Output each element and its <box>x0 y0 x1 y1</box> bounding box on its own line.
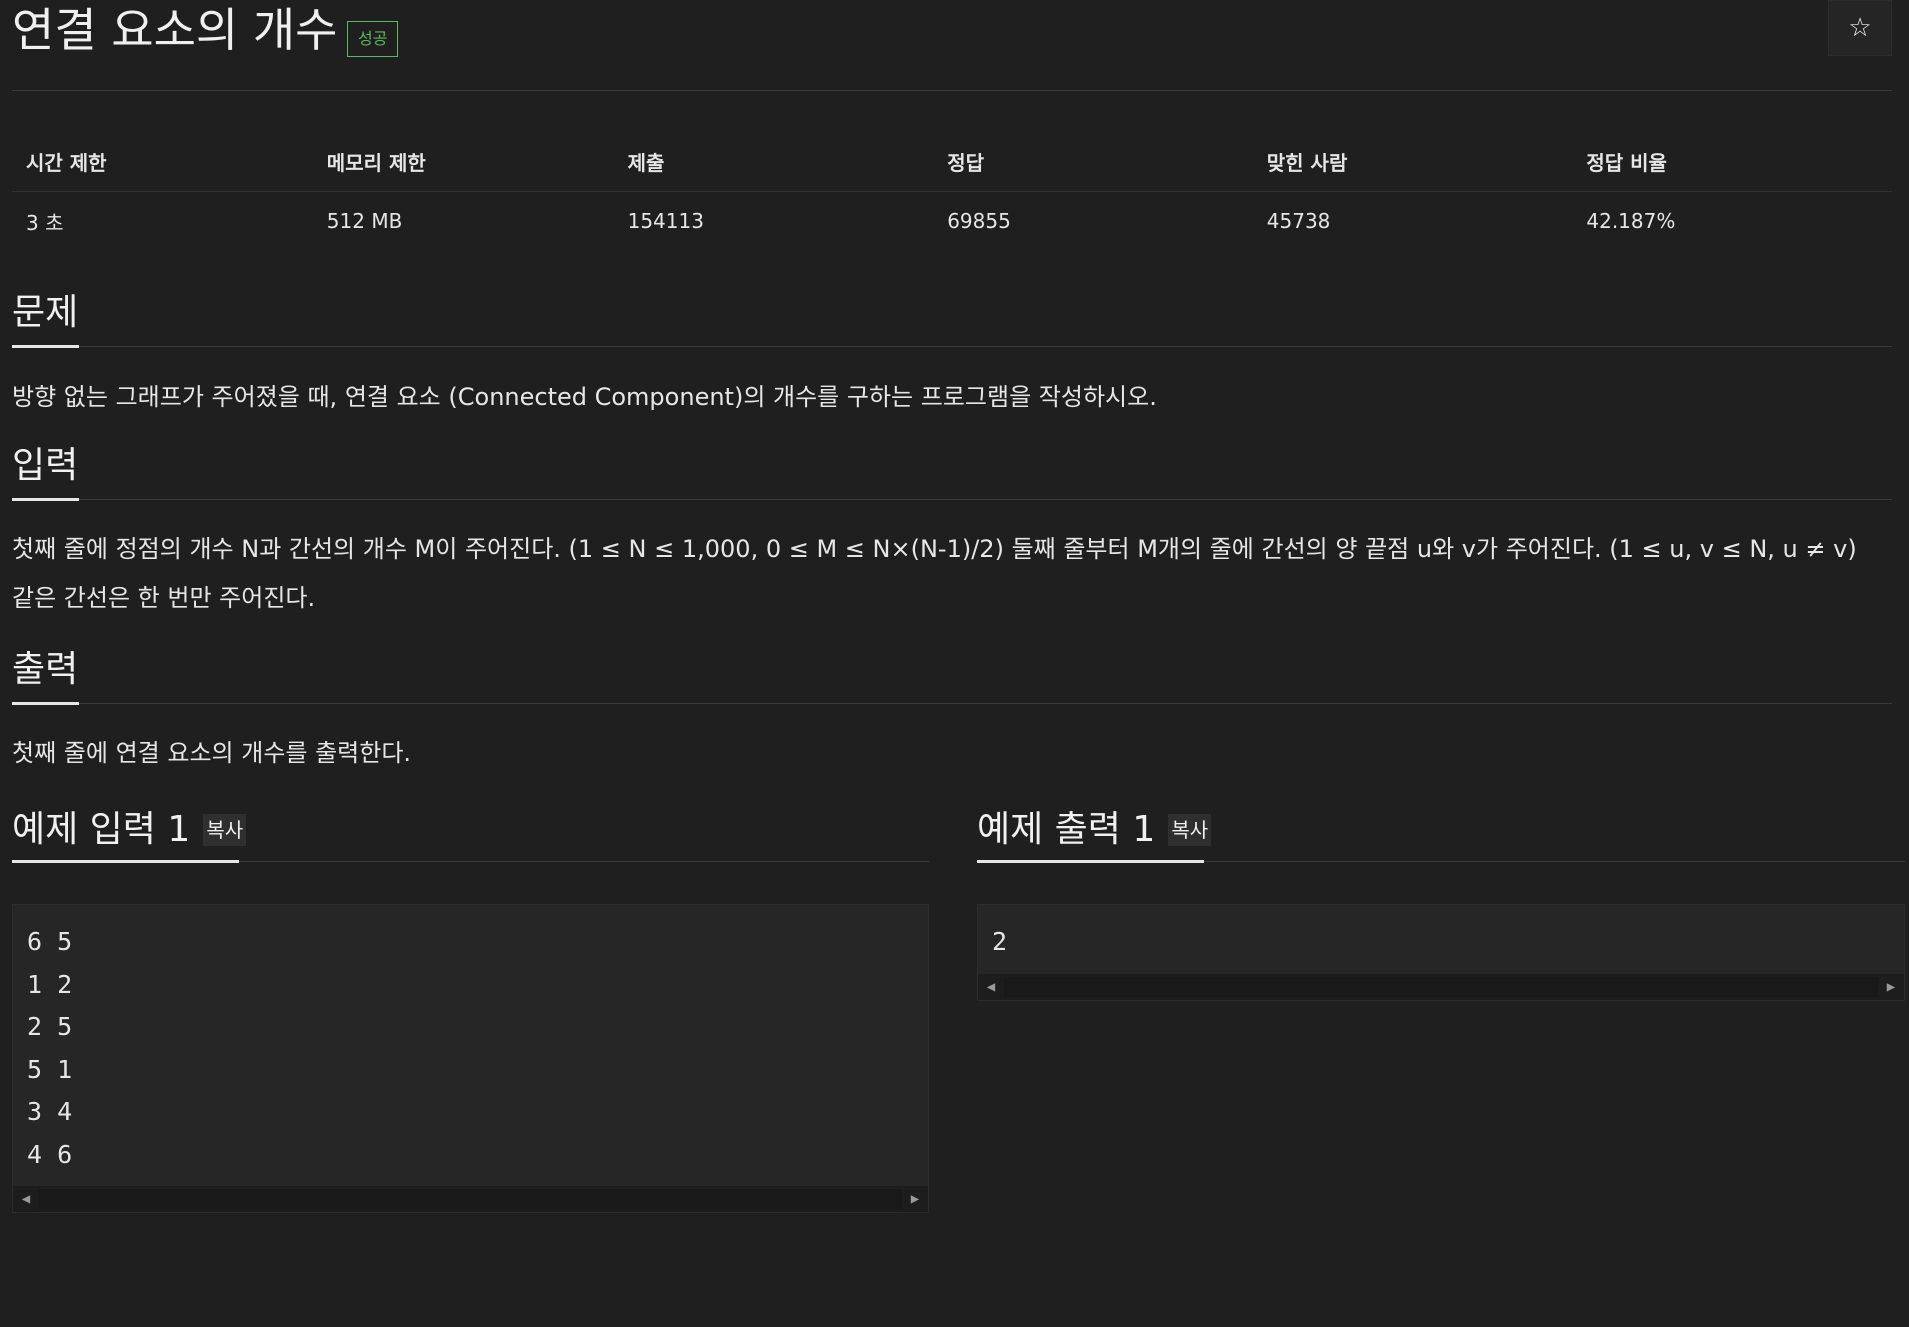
heading-underline <box>12 860 239 863</box>
sample-input-heading: 예제 입력 1 <box>12 809 191 850</box>
input-section: 입력 첫째 줄에 정점의 개수 N과 간선의 개수 M이 주어진다. (1 ≤ … <box>12 440 1892 623</box>
info-value-solvers: 45738 <box>1266 209 1331 234</box>
heading-underline <box>12 702 79 705</box>
scrollbar-track[interactable] <box>1004 976 1878 997</box>
sample-output-code-box[interactable]: 2 ◀ ▶ <box>977 904 1905 1001</box>
copy-sample-output-button[interactable]: 복사 <box>1168 814 1212 846</box>
info-header-ratio: 정답 비율 <box>1572 133 1892 192</box>
sample-output-lines: 2 <box>978 905 1904 974</box>
output-heading: 출력 <box>12 649 79 690</box>
output-description: 첫째 줄에 연결 요소의 개수를 출력한다. <box>12 739 412 767</box>
info-header-submissions: 제출 <box>613 133 934 192</box>
problem-description: 방향 없는 그래프가 주어졌을 때, 연결 요소 (Connected Comp… <box>12 383 1157 411</box>
sample-input-line: 2 5 <box>27 1012 73 1041</box>
sample-input-lines: 6 5 1 2 2 5 5 1 3 4 4 6 <box>13 905 928 1186</box>
heading-underline <box>977 860 1204 863</box>
scroll-left-icon[interactable]: ◀ <box>13 1186 39 1212</box>
scrollbar-track[interactable] <box>39 1189 902 1209</box>
heading-underline <box>12 345 79 348</box>
sample-input-line: 3 4 <box>27 1097 73 1126</box>
problem-section-header: 문제 <box>12 287 1892 348</box>
info-header-time-limit: 시간 제한 <box>12 133 313 192</box>
info-value-ratio: 42.187% <box>1586 209 1676 234</box>
problem-title: 연결 요소의 개수 <box>12 3 338 57</box>
input-heading: 입력 <box>12 445 79 486</box>
sample-input-line: 5 1 <box>27 1054 73 1084</box>
info-value-accepted: 69855 <box>947 209 1011 234</box>
info-header-solvers: 맞힌 사람 <box>1252 133 1573 192</box>
sample-output-line: 2 <box>992 927 1008 956</box>
problem-section: 문제 방향 없는 그래프가 주어졌을 때, 연결 요소 (Connected C… <box>12 287 1892 422</box>
horizontal-scrollbar[interactable]: ◀ ▶ <box>978 973 1904 1000</box>
scroll-right-icon[interactable]: ▶ <box>1878 974 1904 1000</box>
scroll-right-icon[interactable]: ▶ <box>902 1186 928 1212</box>
sample-output-panel: 예제 출력 1 복사 2 ◀ ▶ <box>977 800 1905 1001</box>
info-value-time-limit: 3 초 <box>26 210 64 235</box>
sample-input-panel: 예제 입력 1 복사 6 5 1 2 2 5 5 1 3 4 4 6 ◀ ▶ <box>12 800 929 1213</box>
status-badge: 성공 <box>347 21 399 57</box>
sample-input-line: 1 2 <box>27 969 73 999</box>
sample-input-header: 예제 입력 1 복사 <box>12 800 929 863</box>
input-description-line-1: 첫째 줄에 정점의 개수 N과 간선의 개수 M이 주어진다. (1 ≤ N ≤… <box>12 535 1857 563</box>
star-button[interactable]: ☆ <box>1828 0 1892 56</box>
problem-info-table: 시간 제한 메모리 제한 제출 정답 맞힌 사람 정답 비율 3 초 512 M… <box>12 133 1892 251</box>
scroll-left-icon[interactable]: ◀ <box>978 974 1004 1000</box>
info-header-memory-limit: 메모리 제한 <box>312 133 614 192</box>
horizontal-scrollbar[interactable]: ◀ ▶ <box>13 1186 928 1212</box>
copy-sample-input-button[interactable]: 복사 <box>203 814 247 846</box>
info-value-row: 3 초 512 MB 154113 69855 45738 42.187% <box>12 191 1892 251</box>
star-icon: ☆ <box>1848 13 1872 43</box>
sample-input-line: 4 6 <box>27 1139 73 1169</box>
info-value-submissions: 154113 <box>627 209 704 234</box>
info-header-row: 시간 제한 메모리 제한 제출 정답 맞힌 사람 정답 비율 <box>12 133 1892 192</box>
sample-input-line: 6 5 <box>27 927 73 956</box>
sample-output-header: 예제 출력 1 복사 <box>977 800 1905 863</box>
output-section-header: 출력 <box>12 644 1892 705</box>
info-header-accepted: 정답 <box>933 133 1253 192</box>
sample-input-code-box[interactable]: 6 5 1 2 2 5 5 1 3 4 4 6 ◀ ▶ <box>12 904 929 1213</box>
info-value-memory-limit: 512 MB <box>326 209 403 234</box>
samples-area: 예제 입력 1 복사 6 5 1 2 2 5 5 1 3 4 4 6 ◀ ▶ 예… <box>12 800 1905 1220</box>
input-description: 첫째 줄에 정점의 개수 N과 간선의 개수 M이 주어진다. (1 ≤ N ≤… <box>12 525 1892 623</box>
input-description-line-2: 같은 간선은 한 번만 주어진다. <box>12 584 316 612</box>
title-row: 연결 요소의 개수 성공 ☆ <box>12 0 1892 91</box>
problem-page: 연결 요소의 개수 성공 ☆ 시간 제한 메모리 제한 제출 정답 맞힌 사람 … <box>0 0 1909 1327</box>
problem-heading: 문제 <box>12 292 79 333</box>
output-section: 출력 첫째 줄에 연결 요소의 개수를 출력한다. <box>12 644 1892 778</box>
input-section-header: 입력 <box>12 440 1892 501</box>
heading-underline <box>12 498 79 501</box>
sample-output-heading: 예제 출력 1 <box>977 809 1156 850</box>
